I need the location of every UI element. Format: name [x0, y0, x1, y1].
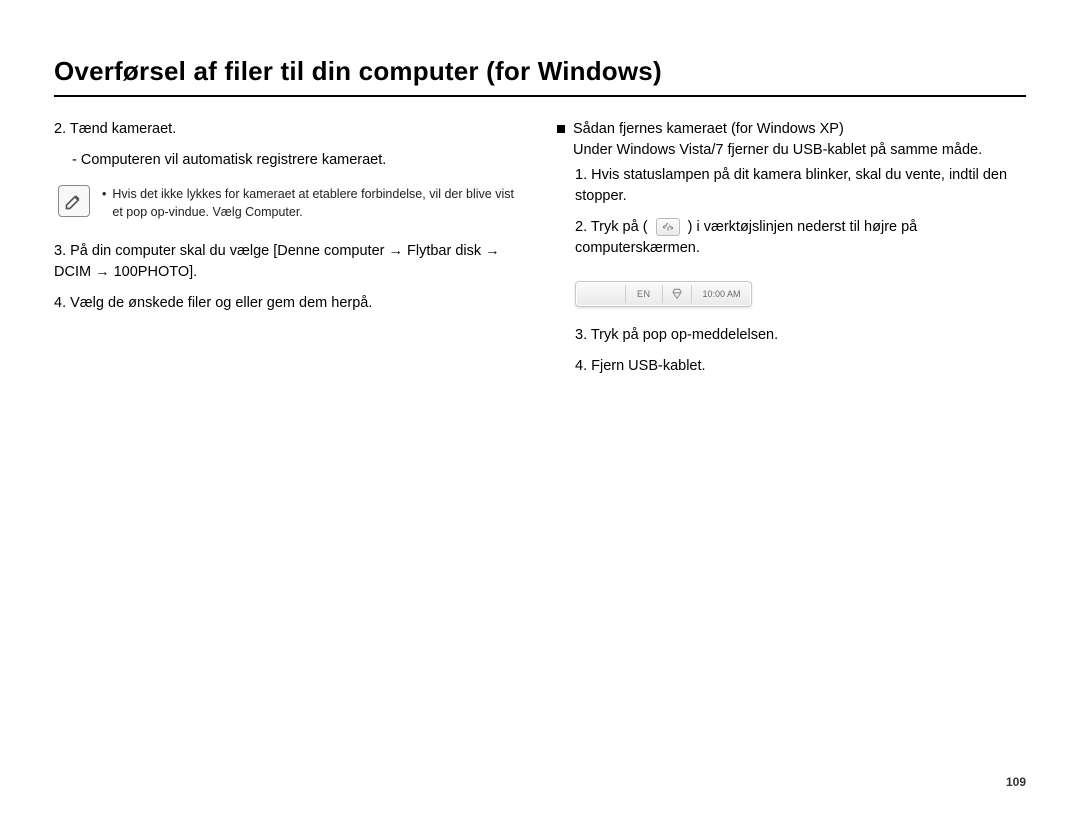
pencil-note-icon — [58, 185, 90, 217]
note-box: Hvis det ikke lykkes for kameraet at eta… — [58, 185, 523, 221]
left-column: 2. Tænd kameraet. - Computeren vil autom… — [54, 119, 523, 387]
r-step-1: 1. Hvis statuslampen på dit kamera blink… — [557, 165, 1026, 207]
r-step-3: 3. Tryk på pop op-meddelelsen. — [557, 325, 1026, 346]
section-title: Sådan fjernes kameraet (for Windows XP) — [573, 119, 982, 140]
page-title: Overførsel af filer til din computer (fo… — [54, 56, 1026, 87]
tray-remove-hardware-icon — [668, 285, 686, 303]
right-column: Sådan fjernes kameraet (for Windows XP) … — [557, 119, 1026, 387]
tray-sep — [625, 285, 626, 303]
note-line: Hvis det ikke lykkes for kameraet at eta… — [112, 185, 523, 221]
step-2-sub: - Computeren vil automatisk registrere k… — [54, 150, 523, 171]
two-columns: 2. Tænd kameraet. - Computeren vil autom… — [54, 119, 1026, 387]
r-step-2: 2. Tryk på ( ) i værktøjslinjen nederst … — [557, 217, 1026, 259]
tray-sep — [691, 285, 692, 303]
note-text: Hvis det ikke lykkes for kameraet at eta… — [102, 185, 523, 221]
safely-remove-icon — [656, 218, 680, 236]
r-step-4: 4. Fjern USB-kablet. — [557, 356, 1026, 377]
bullet-square-icon — [557, 125, 565, 133]
page-number: 109 — [1006, 775, 1026, 789]
manual-page: Overførsel af filer til din computer (fo… — [0, 0, 1080, 815]
tray-language: EN — [631, 288, 657, 301]
tray-sep — [662, 285, 663, 303]
tray-spacer — [580, 285, 620, 303]
r-step-2-pre: 2. Tryk på ( — [575, 219, 648, 235]
step-4: 4. Vælg de ønskede filer og eller gem de… — [54, 293, 523, 314]
step-2: 2. Tænd kameraet. — [54, 119, 523, 140]
section-subtitle: Under Windows Vista/7 fjerner du USB-kab… — [573, 140, 982, 161]
title-rule — [54, 95, 1026, 97]
section-heading: Sådan fjernes kameraet (for Windows XP) … — [557, 119, 1026, 161]
taskbar-tray: EN 10:00 AM — [575, 281, 752, 307]
tray-clock: 10:00 AM — [697, 288, 747, 301]
step-3: 3. På din computer skal du vælge [Denne … — [54, 241, 523, 283]
